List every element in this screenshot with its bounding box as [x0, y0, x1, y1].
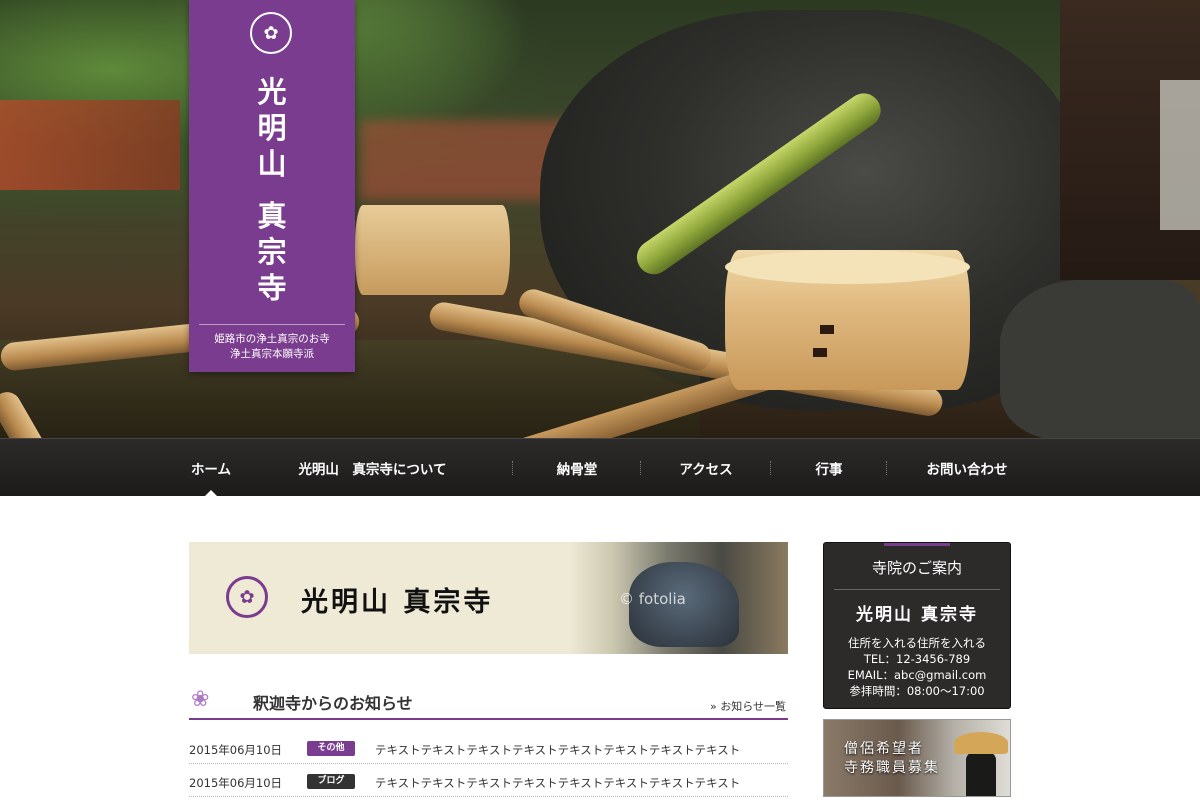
lotus-icon: ❀ [191, 687, 210, 712]
temple-name-vertical: 光 明 山 真 宗 寺 [257, 75, 287, 305]
nav-item-events[interactable]: 行事 [771, 439, 887, 497]
nav-item-about[interactable]: 光明山 真宗寺について [232, 439, 513, 497]
nav-item-ossuary[interactable]: 納骨堂 [513, 439, 641, 497]
news-category-badge: ブログ [307, 774, 355, 789]
info-email: EMAIL：abc@gmail.com [847, 668, 987, 682]
temple-subtitle: 姫路市の浄土真宗のお寺 浄土真宗本願寺派 [214, 333, 330, 360]
news-row[interactable]: 2015年06月10日 ブログ テキストテキストテキストテキストテキストテキスト… [189, 769, 788, 797]
news-list-link[interactable]: » お知らせ一覧 [710, 698, 786, 714]
news-title-link[interactable]: テキストテキストテキストテキストテキストテキストテキストテキスト [375, 742, 740, 758]
hero-image [0, 0, 1200, 438]
nav-item-home[interactable]: ホーム [190, 439, 232, 497]
news-row[interactable]: 2015年06月10日 その他 テキストテキストテキストテキストテキストテキスト… [189, 736, 788, 764]
main-temple-banner[interactable]: © fotolia ✿ 光明山 真宗寺 [189, 542, 788, 654]
info-tel: TEL：12-3456-789 [863, 652, 971, 666]
divider [199, 324, 345, 325]
site-logo-banner[interactable]: ✿ 光 明 山 真 宗 寺 姫路市の浄土真宗のお寺 浄土真宗本願寺派 [189, 0, 355, 372]
nav-item-contact[interactable]: お問い合わせ [887, 439, 1047, 497]
temple-info-box: 寺院のご案内 光明山 真宗寺 住所を入れる住所を入れる TEL：12-3456-… [823, 542, 1011, 709]
info-temple-name: 光明山 真宗寺 [856, 605, 978, 625]
watermark: © fotolia [619, 590, 686, 608]
news-category-badge: その他 [307, 741, 355, 756]
news-header: ❀ 釈迦寺からのお知らせ » お知らせ一覧 [189, 684, 788, 720]
main-banner-title: 光明山 真宗寺 [301, 587, 494, 618]
active-indicator-icon [204, 490, 218, 497]
nav-item-access[interactable]: アクセス [641, 439, 771, 497]
news-heading: 釈迦寺からのお知らせ [253, 694, 413, 713]
news-title-link[interactable]: テキストテキストテキストテキストテキストテキストテキストテキスト [375, 775, 740, 791]
news-date: 2015年06月10日 [189, 776, 283, 790]
recruit-banner[interactable]: 僧侶希望者 寺務職員募集 [823, 719, 1011, 797]
recruit-text: 僧侶希望者 寺務職員募集 [844, 741, 940, 776]
main-navigation: ホーム 光明山 真宗寺について 納骨堂 アクセス 行事 お問い合わせ [0, 438, 1200, 497]
family-crest-icon: ✿ [250, 12, 292, 54]
info-address: 住所を入れる住所を入れる [848, 636, 986, 650]
news-date: 2015年06月10日 [189, 743, 283, 757]
family-crest-icon: ✿ [226, 576, 268, 618]
info-heading: 寺院のご案内 [871, 559, 962, 577]
monk-image [954, 732, 1008, 796]
info-hours: 参拝時間：08:00〜17:00 [849, 684, 985, 698]
